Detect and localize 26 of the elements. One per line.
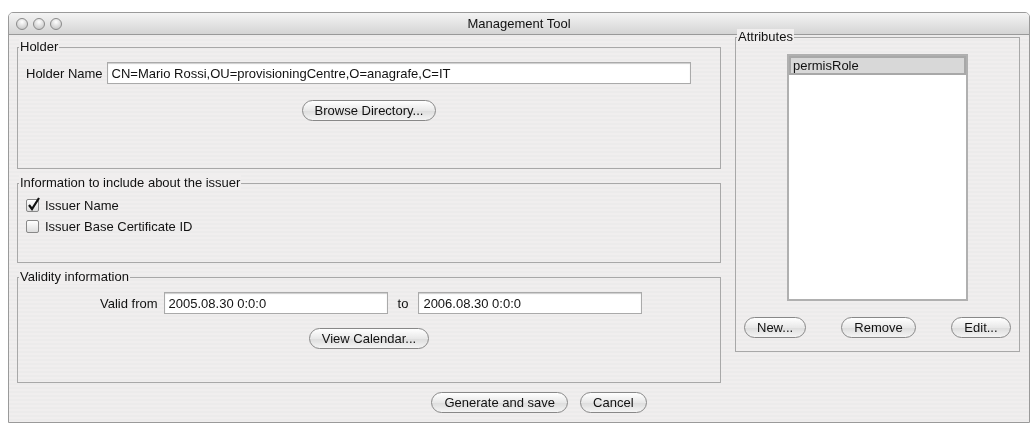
checkbox-label: Issuer Name xyxy=(45,198,119,213)
checkbox[interactable] xyxy=(26,199,39,212)
field-label: Valid from xyxy=(100,295,158,311)
edit-button[interactable]: Edit... xyxy=(951,317,1011,338)
minimize-button[interactable] xyxy=(33,17,45,30)
group-title: Holder xyxy=(19,39,60,54)
group-title: Attributes xyxy=(737,29,794,44)
remove-button[interactable]: Remove xyxy=(841,317,916,338)
generate-button[interactable]: Generate and save xyxy=(431,392,569,413)
cancel-button[interactable]: Cancel xyxy=(580,392,647,413)
zoom-button[interactable] xyxy=(50,17,62,30)
date-field[interactable]: 2005.08.30 0:0:0 xyxy=(163,292,388,314)
calendar-button[interactable]: View Calendar... xyxy=(308,328,430,349)
field-label: to xyxy=(397,295,409,311)
checkbox-label: Issuer Base Certificate ID xyxy=(45,219,193,234)
close-button[interactable] xyxy=(16,17,28,30)
holder-name-field[interactable]: CN=Mario Rossi,OU=provisioningCentre,O=anagrafe,C=IT xyxy=(106,62,691,84)
group-title: Information to include about the issuer xyxy=(19,175,242,190)
date-field[interactable]: 2006.08.30 0:0:0 xyxy=(418,292,643,314)
window-title: Management Tool xyxy=(467,16,571,31)
browse-button[interactable]: Browse Directory... xyxy=(301,100,437,121)
group-title: Validity information xyxy=(19,269,130,284)
checkbox[interactable] xyxy=(26,220,39,233)
list-item[interactable]: permisRole xyxy=(789,56,966,75)
field-label: Holder Name xyxy=(26,65,103,81)
new-button[interactable]: New... xyxy=(744,317,807,338)
